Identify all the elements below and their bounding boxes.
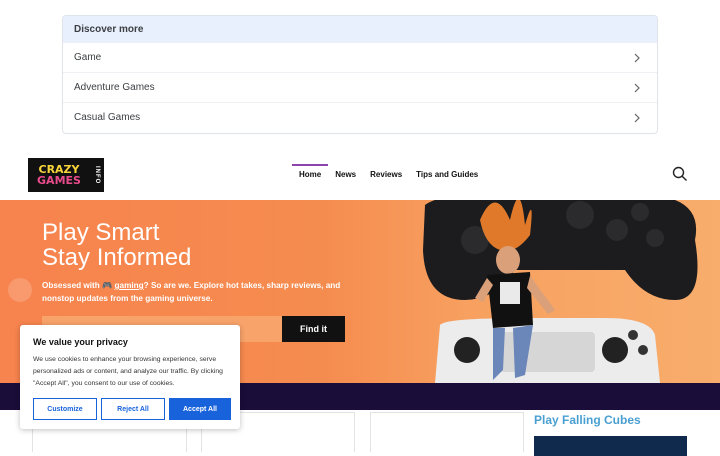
hero-title: Play Smart Stay Informed (42, 220, 191, 270)
discover-item-label: Game (74, 52, 102, 63)
discover-more-box: Discover more Game Adventure Games Casua… (62, 15, 658, 134)
cookie-buttons: Customize Reject All Accept All (33, 398, 231, 420)
logo-line-2: GAMES (37, 174, 81, 187)
site-logo[interactable]: CRAZY GAMES INFO (28, 158, 104, 192)
gamepad-icon: 🎮 (102, 281, 115, 290)
logo-side-text: INFO (90, 158, 104, 192)
site-header: CRAZY GAMES INFO Home News Reviews Tips … (0, 148, 720, 200)
hero-subtitle: Obsessed with 🎮 gaming? So are we. Explo… (42, 280, 342, 305)
discover-item-adventure-games[interactable]: Adventure Games (63, 72, 657, 102)
chevron-right-icon (634, 83, 640, 92)
cookie-consent-banner: We value your privacy We use cookies to … (20, 325, 240, 429)
article-card[interactable] (370, 412, 524, 452)
play-falling-cubes-title[interactable]: Play Falling Cubes (534, 413, 641, 427)
logo-wordmark: CRAZY GAMES (28, 158, 90, 192)
controller-illustration (423, 200, 698, 383)
side-tab-icon[interactable] (8, 278, 32, 302)
nav-tips-and-guides[interactable]: Tips and Guides (409, 164, 485, 185)
nav-news[interactable]: News (328, 164, 363, 185)
main-nav: Home News Reviews Tips and Guides (292, 164, 485, 185)
cookie-text: We use cookies to enhance your browsing … (33, 356, 223, 387)
hero-sub-pre: Obsessed with (42, 281, 103, 290)
discover-item-label: Adventure Games (74, 82, 155, 93)
reject-all-button[interactable]: Reject All (101, 398, 165, 420)
hero-title-line-1: Play Smart (42, 219, 160, 246)
nav-reviews[interactable]: Reviews (363, 164, 409, 185)
accept-all-button[interactable]: Accept All (169, 398, 231, 420)
discover-item-casual-games[interactable]: Casual Games (63, 102, 657, 132)
cookie-title: We value your privacy (33, 337, 128, 347)
game-thumbnail[interactable] (534, 436, 687, 456)
customize-button[interactable]: Customize (33, 398, 97, 420)
discover-item-label: Casual Games (74, 112, 141, 123)
search-icon[interactable] (672, 166, 688, 182)
hero-title-line-2: Stay Informed (42, 244, 192, 271)
nav-home[interactable]: Home (292, 164, 329, 185)
hero-gaming-link[interactable]: gaming (115, 281, 144, 290)
discover-item-game[interactable]: Game (63, 42, 657, 72)
discover-more-title: Discover more (63, 16, 657, 42)
chevron-right-icon (634, 53, 640, 62)
chevron-right-icon (634, 113, 640, 122)
find-it-button[interactable]: Find it (282, 316, 345, 342)
